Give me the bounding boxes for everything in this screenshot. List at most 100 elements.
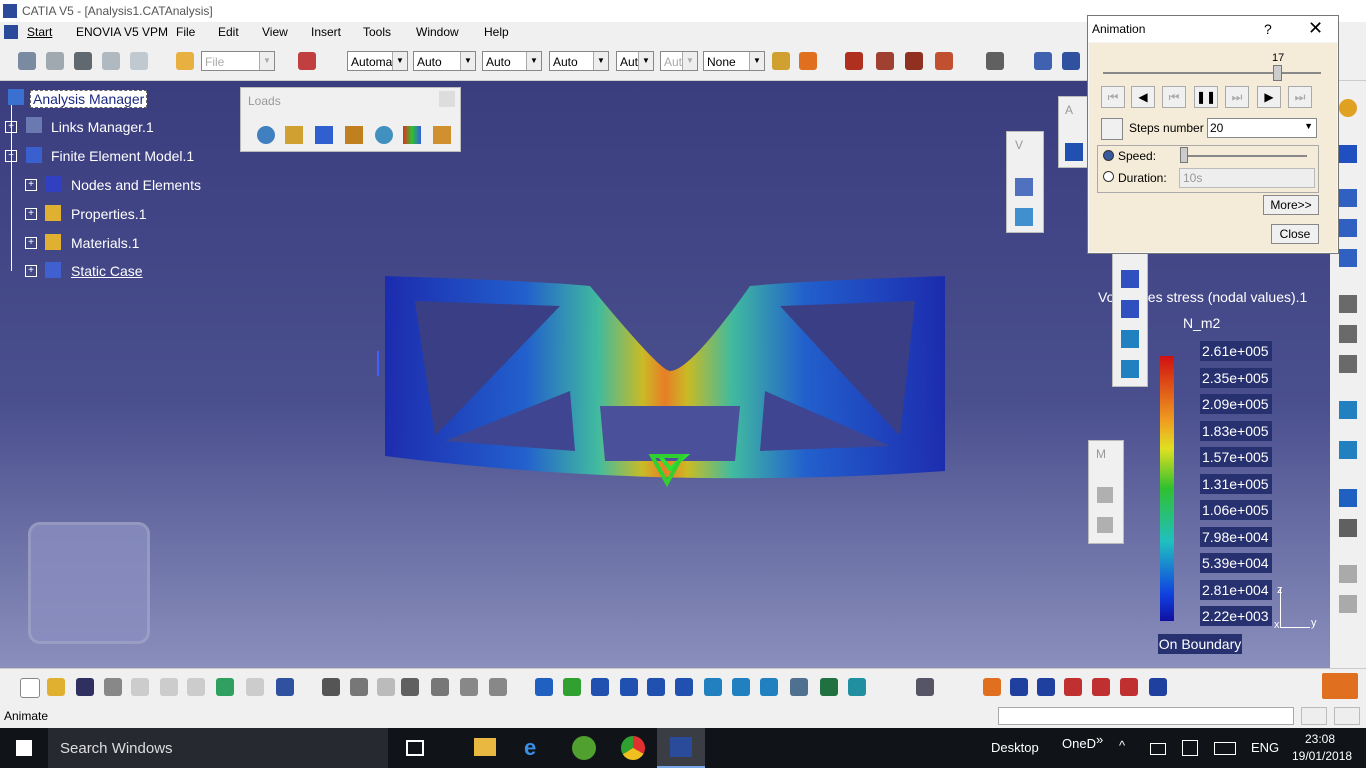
menu-view[interactable]: View [262,25,288,39]
menu-tools[interactable]: Tools [363,25,391,39]
displacement-icon[interactable] [433,126,451,144]
tool-icon[interactable] [130,52,148,70]
close-icon[interactable]: ✕ [1308,18,1323,39]
tool-icon[interactable] [489,678,507,696]
tree-item-static-case[interactable]: Static Case [71,263,143,279]
compass-thumbnail[interactable] [28,522,150,644]
temperature-icon[interactable] [403,126,421,144]
search-icon[interactable] [1065,143,1083,161]
grid-icon[interactable] [401,678,419,696]
combo-6[interactable]: Aut ▼ [660,51,698,71]
command-input[interactable] [998,707,1294,725]
tool-icon[interactable] [1339,565,1357,583]
tool-icon[interactable] [1121,330,1139,348]
tool-icon[interactable] [1062,52,1080,70]
tool-icon[interactable] [1339,441,1357,459]
formula-icon[interactable] [322,678,340,696]
step-back-button[interactable]: ⏮ [1162,86,1186,108]
expand-icon[interactable]: + [25,265,37,277]
notifications-icon[interactable] [1182,740,1198,756]
zoom-in-icon[interactable] [647,678,665,696]
tool-icon[interactable] [1037,678,1055,696]
expand-icon[interactable]: + [25,179,37,191]
language-indicator[interactable]: ENG [1251,740,1279,755]
clock-time[interactable]: 23:08 [1305,732,1335,746]
duration-field[interactable]: 10s [1179,168,1315,188]
jump-last-button[interactable]: ⏭ [1288,86,1312,108]
tool-icon[interactable] [1339,355,1357,373]
fit-all-icon[interactable] [563,678,581,696]
menu-enovia[interactable]: ENOVIA V5 VPM [76,25,168,39]
combo-3[interactable]: Auto ▼ [482,51,542,71]
tool-icon[interactable] [377,678,395,696]
speed-slider-track[interactable] [1181,155,1307,157]
windows-start-icon[interactable] [16,740,32,756]
pause-button[interactable]: ❚❚ [1194,86,1218,108]
duration-radio[interactable] [1103,171,1114,182]
tree-root[interactable]: Analysis Manager [30,90,148,108]
tree-item-nodes[interactable]: Nodes and Elements [71,177,201,193]
open-folder-icon[interactable] [47,678,65,696]
doc-icon[interactable] [4,25,18,39]
multi-view-icon[interactable] [732,678,750,696]
collapse-icon[interactable]: − [5,150,17,162]
tool-icon[interactable] [1015,178,1033,196]
tool-icon[interactable] [18,52,36,70]
bearing-icon[interactable] [345,126,363,144]
tool-icon[interactable] [1092,678,1110,696]
tool-icon[interactable] [1121,270,1139,288]
tool-icon[interactable] [1339,489,1357,507]
hide-show-icon[interactable] [820,678,838,696]
save-icon[interactable] [76,678,94,696]
tool-icon[interactable] [1339,219,1357,237]
tree-item-links-manager[interactable]: Links Manager.1 [51,119,154,135]
tool-icon[interactable] [1339,595,1357,613]
tree-item-materials[interactable]: Materials.1 [71,235,139,251]
normal-view-icon[interactable] [704,678,722,696]
comment-icon[interactable] [350,678,368,696]
tool-icon[interactable] [983,678,1001,696]
tool-icon[interactable] [1120,678,1138,696]
force-icon[interactable] [285,126,303,144]
zoom-out-icon[interactable] [675,678,693,696]
menu-edit[interactable]: Edit [218,25,239,39]
shading-icon[interactable] [790,678,808,696]
tool-icon[interactable] [1149,678,1167,696]
menu-start[interactable]: Start [27,25,52,39]
speed-slider-thumb[interactable] [1180,147,1188,163]
tool-icon[interactable] [905,52,923,70]
expand-icon[interactable]: + [25,237,37,249]
clock-date[interactable]: 19/01/2018 [1292,749,1352,763]
file-explorer-icon[interactable] [474,738,496,756]
tool-icon[interactable] [1034,52,1052,70]
tool-icon[interactable] [298,52,316,70]
combo-2[interactable]: Auto ▼ [413,51,476,71]
rotate-icon[interactable] [620,678,638,696]
tree-item-properties[interactable]: Properties.1 [71,206,146,222]
menu-file[interactable]: File [176,25,195,39]
catia-task-button[interactable] [657,728,705,768]
tool-icon[interactable] [1097,487,1113,503]
pressure-icon[interactable] [257,126,275,144]
whats-this-icon[interactable] [276,678,294,696]
tool-icon[interactable] [1339,519,1357,537]
tool-icon[interactable] [935,52,953,70]
play-button[interactable]: ▶ [1257,86,1281,108]
tool-icon[interactable] [460,678,478,696]
tool-icon[interactable] [46,52,64,70]
tool-icon[interactable] [1339,401,1357,419]
toolbar-more[interactable]: » [1096,732,1103,747]
select-arrow-icon[interactable] [1339,145,1357,163]
task-view-icon[interactable] [406,740,424,756]
paste-icon[interactable] [187,678,205,696]
brush-icon[interactable] [772,52,790,70]
copy-icon[interactable] [160,678,178,696]
expand-icon[interactable]: + [25,208,37,220]
tool-icon[interactable] [799,52,817,70]
gear-icon[interactable] [1339,99,1357,117]
help-button[interactable]: ? [1264,21,1272,37]
tool-icon[interactable] [1097,517,1113,533]
cut-icon[interactable] [131,678,149,696]
battery-icon[interactable] [1150,743,1166,755]
play-backward-button[interactable]: ◀ [1131,86,1155,108]
